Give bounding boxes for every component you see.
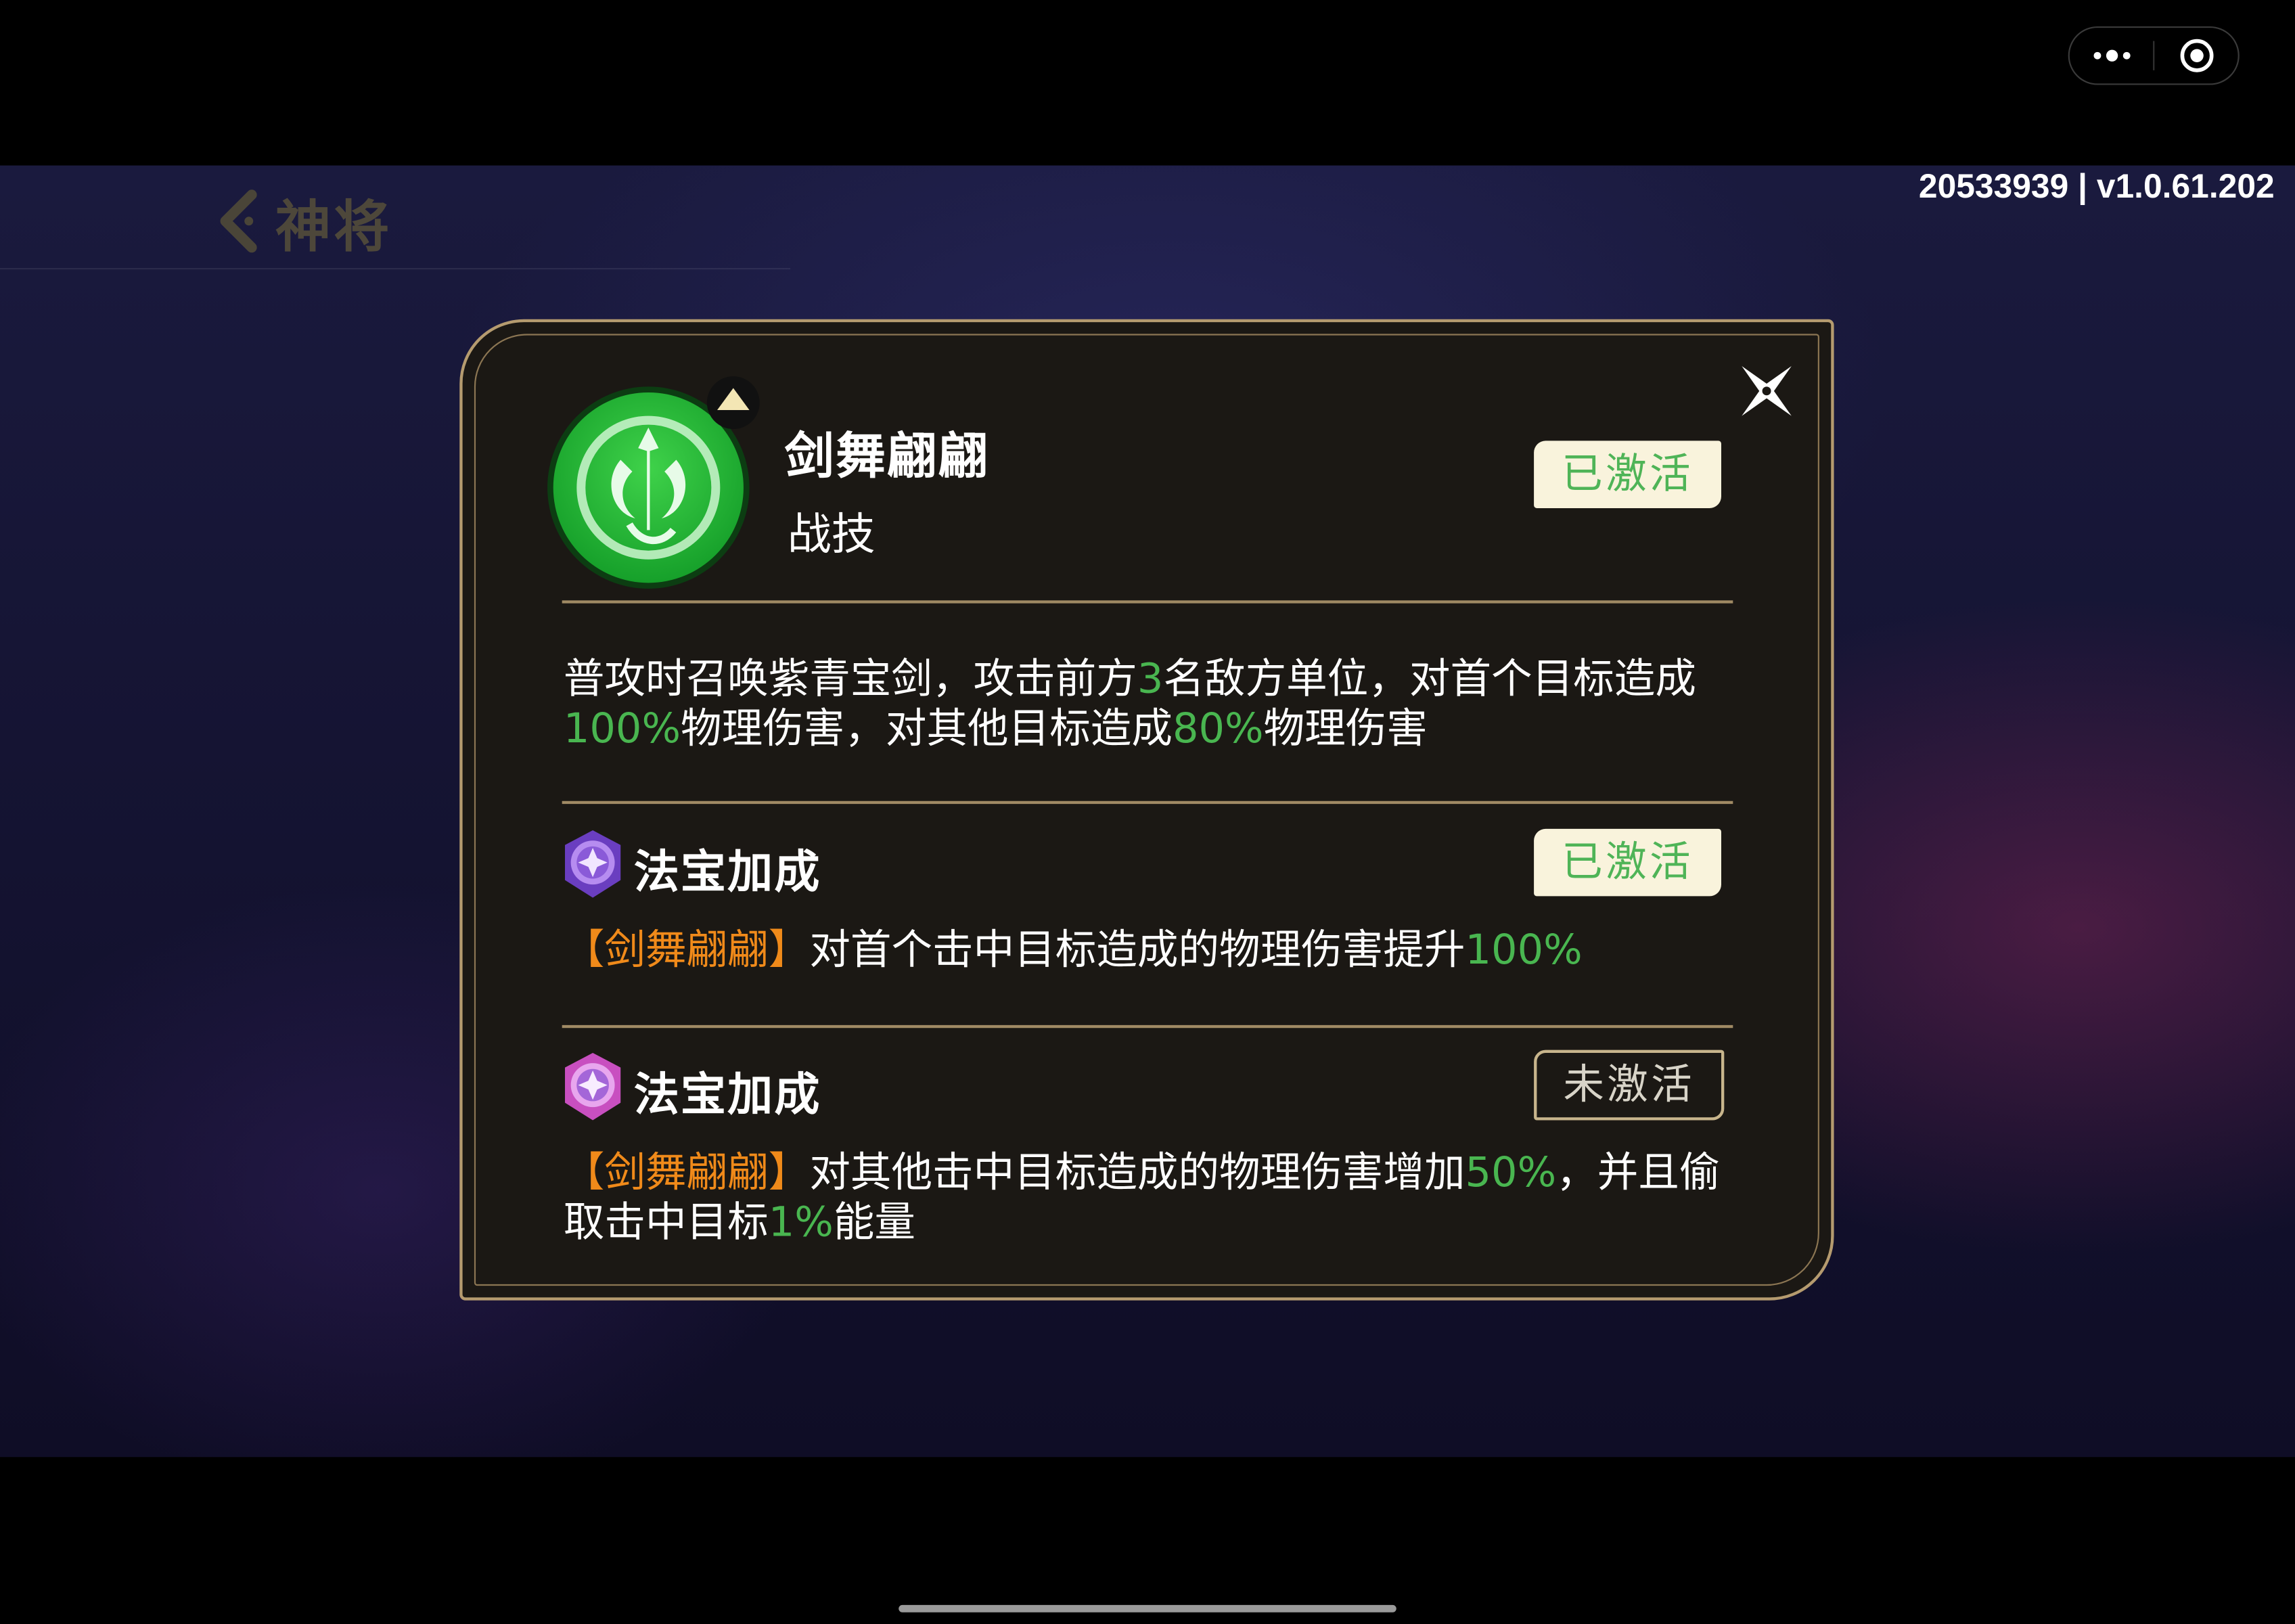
treasure-gem-icon — [565, 1052, 621, 1121]
description-text: 对首个击中目标造成的物理伤害提升 — [809, 925, 1465, 974]
highlight-value: 50% — [1465, 1148, 1557, 1197]
description-text: 对其他击中目标造成的物理伤害增加 — [809, 1148, 1465, 1197]
highlight-value: 1% — [768, 1198, 834, 1246]
status-badge: 未激活 — [1534, 1050, 1725, 1121]
version-label: 20533939 | v1.0.61.202 — [1918, 166, 2275, 205]
miniprogram-capsule — [2068, 26, 2240, 85]
skill-name: 剑舞翩翩 — [784, 427, 990, 487]
description-text: 物理伤害，对其他目标造成 — [681, 704, 1173, 753]
record-circle-icon[interactable] — [2154, 28, 2237, 83]
more-dots-icon[interactable] — [2070, 28, 2153, 83]
highlight-value: 100% — [1465, 925, 1583, 974]
page-title: 神将 — [275, 194, 392, 258]
bonus-description: 【剑舞翩翩】对其他击中目标造成的物理伤害增加50%，并且偷取击中目标1%能量 — [564, 1148, 1735, 1248]
bonus-description: 【剑舞翩翩】对首个击中目标造成的物理伤害提升100% — [564, 926, 1735, 976]
close-x-icon[interactable] — [1736, 360, 1798, 422]
bonus-title: 法宝加成 — [633, 1068, 821, 1122]
skill-type: 战技 — [787, 510, 876, 561]
status-badge: 已激活 — [1534, 828, 1721, 897]
description-text: 普攻时召唤紫青宝剑，攻击前方 — [563, 654, 1137, 703]
treasure-gem-icon — [565, 830, 621, 898]
game-screen: 神将 20533939 | v1.0.61.202 剑舞翩翩 战技 已激活 普攻… — [0, 0, 2295, 1624]
highlight-value: 100% — [563, 704, 681, 753]
description-text: 名敌方单位，对首个目标造成 — [1163, 654, 1696, 703]
chevron-left-icon — [220, 189, 257, 253]
section-divider — [562, 1024, 1733, 1029]
skill-description: 普攻时召唤紫青宝剑，攻击前方3名敌方单位，对首个目标造成 100%物理伤害，对其他… — [564, 654, 1735, 754]
highlight-value: 3 — [1137, 654, 1164, 703]
skill-reference: 【剑舞翩翩】 — [563, 1148, 810, 1197]
back-button[interactable]: 神将 — [214, 181, 392, 261]
home-indicator[interactable] — [899, 1604, 1396, 1612]
section-divider — [562, 600, 1733, 604]
description-text: 能量 — [833, 1198, 916, 1246]
status-badge: 已激活 — [1534, 441, 1721, 508]
section-divider — [562, 800, 1733, 805]
header-divider — [0, 268, 791, 270]
highlight-value: 80% — [1172, 704, 1264, 753]
bonus-title: 法宝加成 — [633, 846, 821, 899]
level-up-arrow-icon — [706, 376, 760, 430]
description-text: 物理伤害 — [1263, 704, 1428, 753]
skill-reference: 【剑舞翩翩】 — [563, 925, 810, 974]
